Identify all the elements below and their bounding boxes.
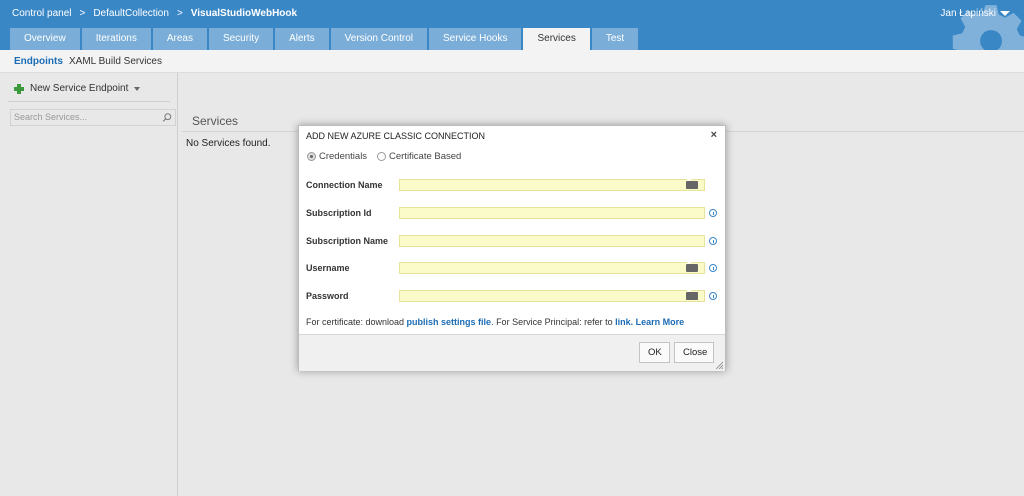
user-name: Jan Łapiński [940, 8, 996, 19]
close-button[interactable]: Close [674, 342, 714, 363]
ok-button[interactable]: OK [639, 342, 670, 363]
new-service-endpoint-label: New Service Endpoint [30, 83, 129, 94]
subscription-name-field[interactable] [399, 235, 705, 247]
radio-certificate-based[interactable]: Certificate Based [377, 151, 461, 162]
search-icon[interactable] [162, 112, 172, 123]
publish-settings-link[interactable]: publish settings file [407, 317, 492, 327]
username-label: Username [306, 263, 350, 273]
top-header: Control panel > DefaultCollection > Visu… [0, 0, 1024, 50]
resize-handle-icon[interactable] [715, 361, 723, 369]
add-azure-connection-dialog: ADD NEW AZURE CLASSIC CONNECTION × Crede… [298, 125, 726, 371]
note-text: . For Service Principal: refer to [491, 317, 616, 327]
note-text: For certificate: download [306, 317, 407, 327]
learn-more-link[interactable]: Learn More [636, 317, 685, 327]
radio-circle[interactable] [307, 152, 316, 161]
password-field[interactable] [399, 289, 705, 302]
subscription-id-field[interactable] [399, 207, 705, 219]
tab-services[interactable]: Services [523, 28, 590, 50]
chevron-down-icon [1000, 11, 1010, 16]
info-icon[interactable] [709, 209, 717, 217]
password-label: Password [306, 291, 349, 301]
breadcrumb-separator: > [79, 8, 86, 19]
tab-version-control[interactable]: Version Control [330, 28, 428, 50]
breadcrumb-control-panel[interactable]: Control panel [12, 8, 71, 19]
radio-certificate-label: Certificate Based [389, 151, 462, 162]
tab-alerts[interactable]: Alerts [275, 28, 329, 50]
info-icon[interactable] [709, 237, 717, 245]
breadcrumb-separator: > [176, 8, 183, 19]
tab-security[interactable]: Security [208, 28, 274, 50]
subnav-endpoints[interactable]: Endpoints [14, 56, 63, 67]
subscription-name-label: Subscription Name [306, 236, 389, 246]
password-manager-icon[interactable] [686, 289, 698, 300]
tab-iterations[interactable]: Iterations [81, 28, 151, 50]
chevron-down-icon [134, 86, 141, 91]
certificate-note: For certificate: download publish settin… [306, 317, 684, 327]
breadcrumb-project[interactable]: VisualStudioWebHook [191, 8, 297, 19]
radio-circle[interactable] [377, 152, 386, 161]
connection-name-label: Connection Name [306, 180, 383, 190]
service-principal-link[interactable]: link. [615, 317, 633, 327]
info-icon[interactable] [709, 292, 717, 300]
close-icon[interactable]: × [711, 129, 717, 141]
dialog-footer: OK Close [299, 334, 725, 371]
page-title: Services [192, 114, 239, 128]
username-field[interactable] [399, 261, 705, 274]
empty-message: No Services found. [186, 138, 271, 149]
tab-overview[interactable]: Overview [10, 28, 80, 50]
search-services-input[interactable]: Search Services... [10, 109, 176, 126]
sub-navigation: Endpoints XAML Build Services [0, 50, 1024, 73]
info-icon[interactable] [709, 264, 717, 272]
connection-name-field[interactable] [399, 178, 705, 191]
breadcrumb-collection[interactable]: DefaultCollection [93, 8, 169, 19]
user-menu[interactable]: Jan Łapiński [940, 8, 1010, 19]
new-service-endpoint-button[interactable]: New Service Endpoint [14, 83, 141, 94]
tab-test[interactable]: Test [591, 28, 639, 50]
dialog-title: ADD NEW AZURE CLASSIC CONNECTION [306, 131, 486, 141]
radio-credentials-label: Credentials [319, 151, 368, 162]
radio-credentials[interactable]: Credentials [307, 151, 367, 162]
subscription-id-label: Subscription Id [306, 208, 372, 218]
main-tabs: Overview Iterations Areas Security Alert… [10, 28, 639, 50]
plus-icon [14, 83, 24, 94]
left-panel: New Service Endpoint Search Services... [0, 73, 178, 496]
password-manager-icon[interactable] [686, 261, 698, 272]
tab-areas[interactable]: Areas [152, 28, 207, 50]
breadcrumb: Control panel > DefaultCollection > Visu… [12, 8, 297, 19]
password-manager-icon[interactable] [686, 178, 698, 189]
subnav-xaml-build-services[interactable]: XAML Build Services [69, 56, 162, 67]
search-placeholder: Search Services... [14, 112, 88, 122]
tab-service-hooks[interactable]: Service Hooks [429, 28, 522, 50]
divider [8, 101, 170, 102]
